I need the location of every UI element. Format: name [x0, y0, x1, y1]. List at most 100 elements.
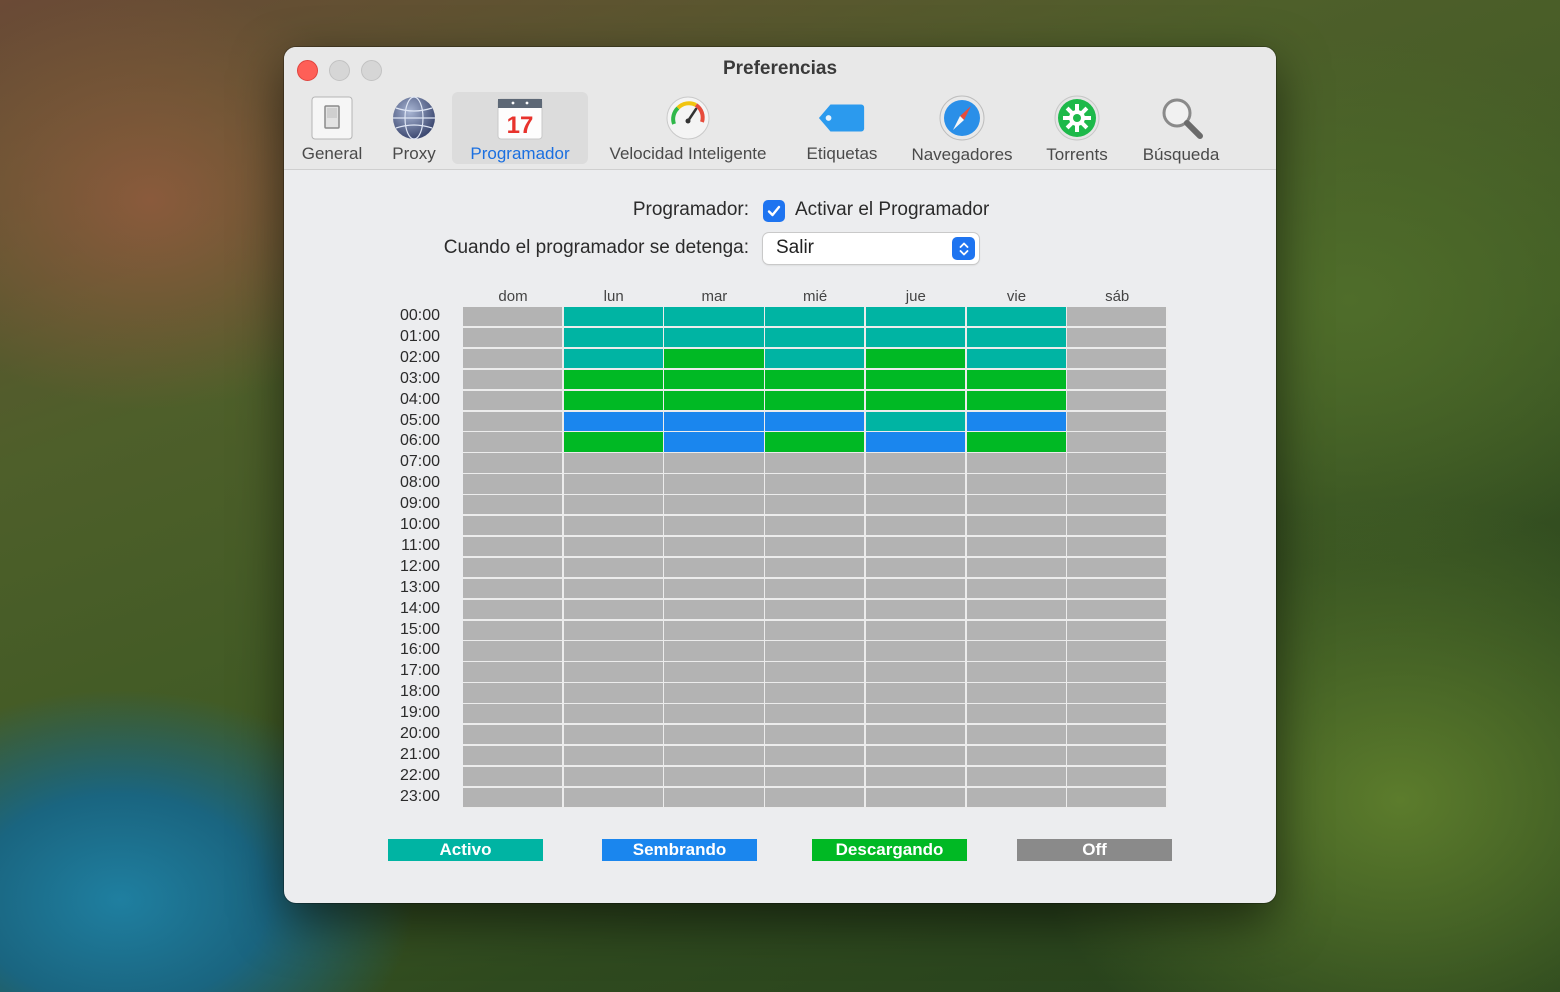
stop-action-select[interactable]: Salir: [763, 233, 979, 264]
schedule-cell[interactable]: [563, 432, 663, 452]
schedule-cell[interactable]: [563, 641, 663, 661]
schedule-cell[interactable]: [563, 557, 663, 578]
schedule-cell[interactable]: [966, 683, 1066, 703]
schedule-cell[interactable]: [463, 390, 563, 410]
schedule-cell[interactable]: [865, 474, 965, 494]
schedule-cell[interactable]: [664, 432, 764, 452]
schedule-cell[interactable]: [664, 766, 764, 787]
schedule-cell[interactable]: [765, 620, 865, 640]
schedule-cell[interactable]: [966, 432, 1066, 452]
schedule-cell[interactable]: [664, 683, 764, 703]
legend-off-button[interactable]: Off: [1017, 839, 1172, 861]
schedule-cell[interactable]: [563, 390, 663, 410]
schedule-cell[interactable]: [966, 725, 1066, 745]
schedule-cell[interactable]: [966, 557, 1066, 578]
schedule-cell[interactable]: [463, 327, 563, 348]
enable-scheduler-label[interactable]: Activar el Programador: [795, 199, 989, 221]
schedule-cell[interactable]: [463, 307, 563, 327]
tab-programador[interactable]: 17 Programador: [452, 92, 588, 164]
schedule-cell[interactable]: [1067, 536, 1167, 557]
schedule-cell[interactable]: [463, 516, 563, 536]
schedule-cell[interactable]: [865, 327, 965, 348]
schedule-cell[interactable]: [765, 516, 865, 536]
schedule-cell[interactable]: [664, 704, 764, 724]
schedule-cell[interactable]: [664, 641, 764, 661]
schedule-cell[interactable]: [1067, 348, 1167, 369]
schedule-grid[interactable]: [463, 307, 1168, 808]
schedule-cell[interactable]: [563, 307, 663, 327]
schedule-cell[interactable]: [463, 536, 563, 557]
schedule-cell[interactable]: [765, 766, 865, 787]
schedule-cell[interactable]: [563, 725, 663, 745]
schedule-cell[interactable]: [463, 683, 563, 703]
schedule-cell[interactable]: [966, 516, 1066, 536]
schedule-cell[interactable]: [563, 453, 663, 473]
schedule-cell[interactable]: [664, 516, 764, 536]
schedule-cell[interactable]: [765, 725, 865, 745]
tab-torrents[interactable]: Torrents: [1036, 92, 1118, 164]
tab-navegadores[interactable]: Navegadores: [900, 92, 1024, 164]
schedule-cell[interactable]: [966, 578, 1066, 599]
schedule-cell[interactable]: [865, 348, 965, 369]
schedule-cell[interactable]: [664, 390, 764, 410]
schedule-cell[interactable]: [664, 557, 764, 578]
schedule-cell[interactable]: [1067, 411, 1167, 431]
schedule-cell[interactable]: [664, 620, 764, 640]
tab-velocidad-inteligente[interactable]: Velocidad Inteligente: [596, 92, 780, 164]
schedule-cell[interactable]: [966, 766, 1066, 787]
schedule-cell[interactable]: [765, 641, 865, 661]
schedule-cell[interactable]: [1067, 432, 1167, 452]
schedule-cell[interactable]: [865, 787, 965, 808]
schedule-cell[interactable]: [563, 578, 663, 599]
schedule-cell[interactable]: [563, 516, 663, 536]
schedule-cell[interactable]: [563, 704, 663, 724]
schedule-cell[interactable]: [966, 599, 1066, 619]
schedule-cell[interactable]: [664, 725, 764, 745]
schedule-cell[interactable]: [865, 557, 965, 578]
legend-seeding-button[interactable]: Sembrando: [602, 839, 757, 861]
schedule-cell[interactable]: [664, 578, 764, 599]
schedule-cell[interactable]: [966, 327, 1066, 348]
schedule-cell[interactable]: [1067, 641, 1167, 661]
schedule-cell[interactable]: [563, 620, 663, 640]
schedule-cell[interactable]: [563, 348, 663, 369]
schedule-cell[interactable]: [865, 725, 965, 745]
schedule-cell[interactable]: [765, 390, 865, 410]
schedule-cell[interactable]: [1067, 766, 1167, 787]
schedule-cell[interactable]: [1067, 474, 1167, 494]
schedule-cell[interactable]: [664, 662, 764, 682]
schedule-cell[interactable]: [1067, 327, 1167, 348]
schedule-cell[interactable]: [664, 348, 764, 369]
schedule-cell[interactable]: [765, 432, 865, 452]
schedule-cell[interactable]: [1067, 307, 1167, 327]
schedule-cell[interactable]: [865, 745, 965, 766]
schedule-cell[interactable]: [463, 453, 563, 473]
schedule-cell[interactable]: [966, 495, 1066, 515]
schedule-cell[interactable]: [463, 704, 563, 724]
schedule-cell[interactable]: [765, 787, 865, 808]
schedule-cell[interactable]: [463, 411, 563, 431]
schedule-cell[interactable]: [865, 411, 965, 431]
schedule-cell[interactable]: [1067, 557, 1167, 578]
schedule-cell[interactable]: [563, 745, 663, 766]
schedule-cell[interactable]: [865, 536, 965, 557]
schedule-cell[interactable]: [563, 369, 663, 390]
schedule-cell[interactable]: [765, 557, 865, 578]
enable-scheduler-checkbox[interactable]: [763, 200, 785, 222]
schedule-cell[interactable]: [563, 495, 663, 515]
schedule-cell[interactable]: [966, 348, 1066, 369]
schedule-cell[interactable]: [463, 662, 563, 682]
schedule-cell[interactable]: [865, 578, 965, 599]
schedule-cell[interactable]: [966, 641, 1066, 661]
schedule-cell[interactable]: [765, 683, 865, 703]
schedule-cell[interactable]: [966, 307, 1066, 327]
schedule-cell[interactable]: [865, 495, 965, 515]
schedule-cell[interactable]: [765, 474, 865, 494]
schedule-cell[interactable]: [1067, 725, 1167, 745]
schedule-cell[interactable]: [664, 536, 764, 557]
schedule-cell[interactable]: [865, 432, 965, 452]
schedule-cell[interactable]: [664, 745, 764, 766]
schedule-cell[interactable]: [463, 725, 563, 745]
schedule-cell[interactable]: [765, 704, 865, 724]
schedule-cell[interactable]: [563, 536, 663, 557]
